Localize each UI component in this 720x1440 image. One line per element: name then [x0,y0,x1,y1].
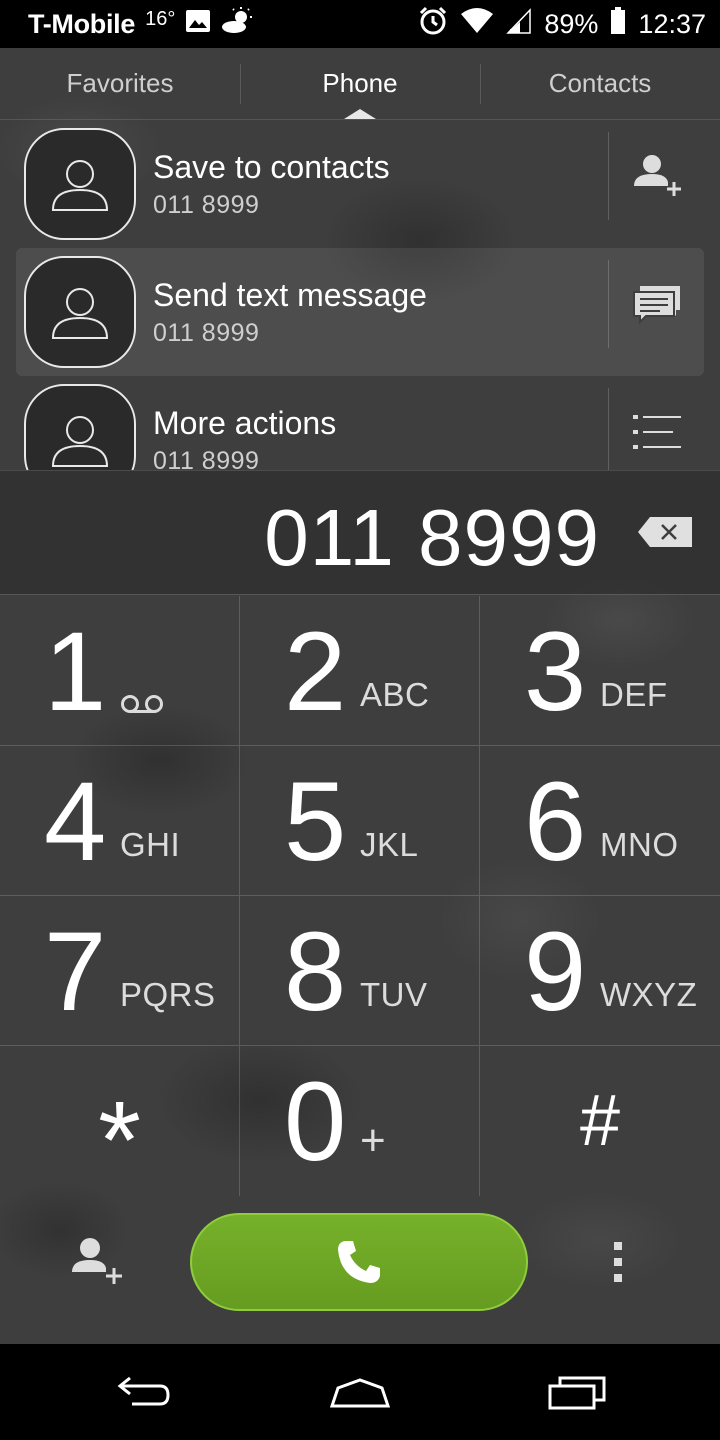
key-letters: DEF [600,676,668,713]
key-digit: 3 [524,609,587,734]
action-title: Save to contacts [153,149,390,185]
avatar [24,256,136,368]
recents-button[interactable] [548,1376,606,1415]
overflow-menu-button[interactable] [612,1240,624,1289]
action-list: Save to contacts 011 8999 Send text mess… [0,120,720,470]
action-number: 011 8999 [153,319,260,347]
battery-icon [610,6,626,42]
key-letters: WXYZ [600,976,698,1013]
key-digit: * [98,1079,141,1202]
key-6[interactable]: 6 MNO [480,746,720,896]
list-icon [632,415,681,449]
add-contact-icon [72,1238,122,1284]
weather-icon [221,6,255,42]
key-2[interactable]: 2 ABC [240,596,480,746]
person-icon [51,288,109,339]
home-button[interactable] [329,1378,391,1413]
key-letters: TUV [360,976,428,1013]
voicemail-icon [120,684,164,722]
avatar [24,128,136,240]
person-icon [51,160,109,211]
key-letters: GHI [120,826,181,863]
key-5[interactable]: 5 JKL [240,746,480,896]
clock: 12:37 [638,8,706,39]
key-letters: JKL [360,826,419,863]
key-9[interactable]: 9 WXYZ [480,896,720,1046]
key-digit: 5 [284,759,347,884]
key-digit: # [579,1081,621,1161]
image-icon [185,9,211,40]
key-letters: MNO [600,826,679,863]
carrier-name: T-Mobile [28,8,136,39]
key-digit: 4 [44,759,107,884]
tab-bar: Favorites Phone Contacts [0,48,720,120]
send-text-message-row[interactable]: Send text message 011 8999 [16,248,704,376]
action-number: 011 8999 [153,191,260,219]
back-button[interactable] [116,1374,172,1413]
key-hash[interactable]: # [480,1046,720,1196]
back-icon [117,1376,170,1406]
tab-phone[interactable]: Phone [240,48,480,119]
action-title: More actions [153,405,337,441]
call-button[interactable] [190,1213,528,1311]
key-digit: 8 [284,909,347,1034]
add-contact-button[interactable] [70,1236,124,1291]
key-3[interactable]: 3 DEF [480,596,720,746]
add-contact-icon [633,155,681,196]
key-digit: 0 [284,1059,347,1184]
key-digit: 9 [524,909,587,1034]
more-actions-button[interactable] [608,388,704,470]
system-nav-bar [0,1344,720,1440]
dialed-number-display: 011 8999 [0,470,720,595]
backspace-button[interactable] [638,517,692,552]
key-letters: PQRS [120,976,216,1013]
wifi-icon [460,7,494,41]
person-icon [51,416,109,467]
key-8[interactable]: 8 TUV [240,896,480,1046]
key-digit: 2 [284,609,347,734]
backspace-icon [638,517,692,547]
home-icon [329,1378,391,1408]
avatar [24,384,136,470]
key-letters: ABC [360,676,430,713]
dialed-number[interactable]: 011 8999 [264,493,600,583]
key-digit: 6 [524,759,587,884]
status-bar: T-Mobile 16° 89% 12:37 [0,0,720,48]
key-letters: + [360,1116,387,1165]
tab-favorites[interactable]: Favorites [0,48,240,119]
alarm-icon [418,6,448,43]
save-to-contacts-row[interactable]: Save to contacts 011 8999 [16,120,704,248]
message-icon [632,286,680,324]
battery-percent: 89% [544,8,599,39]
key-0[interactable]: 0 + [240,1046,480,1196]
dial-keypad: 1 2 ABC 3 DEF 4 GHI 5 JKL 6 MNO 7 PQRS 8… [0,596,720,1196]
tab-phone-label: Phone [322,68,398,98]
key-digit: 1 [44,609,107,734]
more-vert-icon [614,1242,622,1282]
key-4[interactable]: 4 GHI [0,746,240,896]
dialer-action-bar [0,1196,720,1344]
recents-icon [548,1376,606,1410]
temperature: 16° [145,7,176,30]
message-action-button[interactable] [608,260,704,348]
key-star[interactable]: * [0,1046,240,1196]
action-number: 011 8999 [153,447,260,470]
action-title: Send text message [153,277,427,313]
more-actions-row[interactable]: More actions 011 8999 [16,376,704,470]
key-digit: 7 [44,909,107,1034]
key-1[interactable]: 1 [0,596,240,746]
phone-icon [338,1241,380,1283]
add-contact-action-button[interactable] [608,132,704,220]
key-7[interactable]: 7 PQRS [0,896,240,1046]
active-tab-indicator [344,109,376,119]
tab-contacts[interactable]: Contacts [480,48,720,119]
signal-icon [506,7,532,41]
